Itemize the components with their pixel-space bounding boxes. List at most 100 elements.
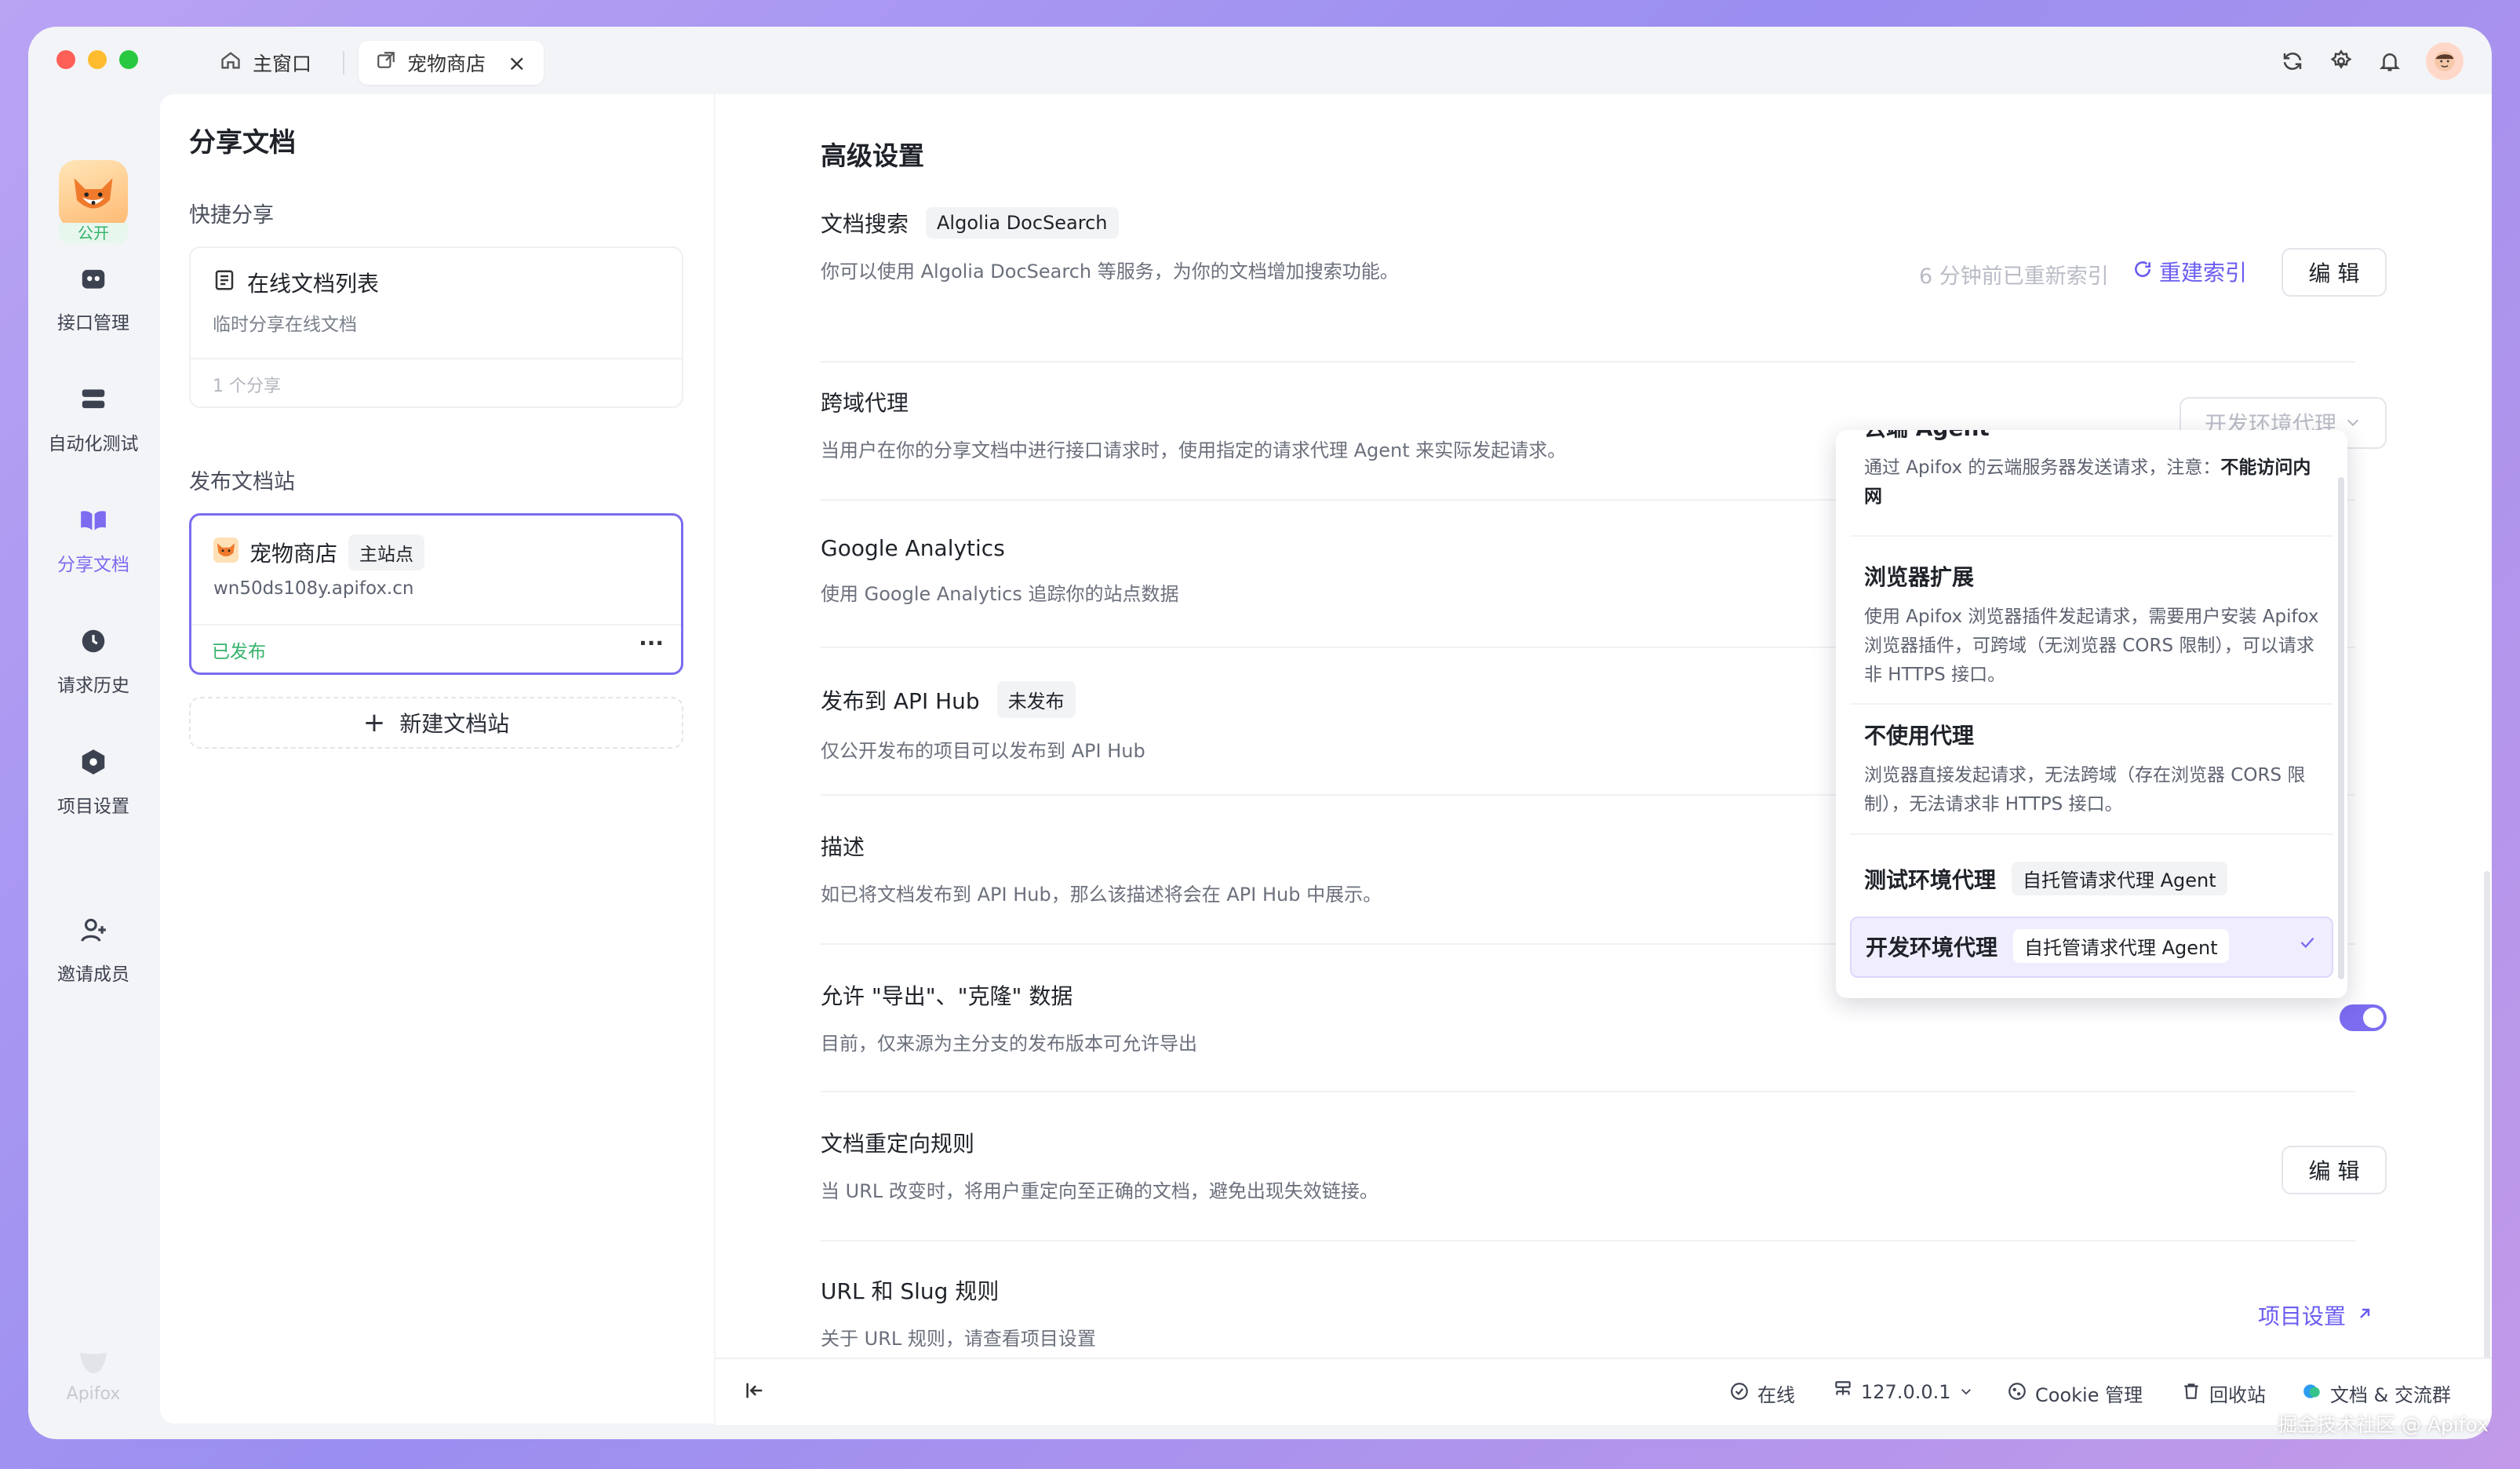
- host-selector[interactable]: 127.0.0.1: [1833, 1380, 1973, 1405]
- brand-watermark: Apifox: [60, 1343, 127, 1404]
- minimize-window-button[interactable]: [88, 50, 107, 69]
- unpublished-tag: 未发布: [996, 681, 1076, 718]
- settings-hex-icon: [78, 747, 108, 782]
- nav-item-api-management[interactable]: 接口管理: [28, 264, 158, 334]
- tab-pet-store[interactable]: 宠物商店 ×: [359, 41, 544, 85]
- agent-tag: 自托管请求代理 Agent: [2012, 862, 2227, 895]
- external-link-icon: [376, 50, 396, 75]
- proxy-option-browser-extension[interactable]: 浏览器扩展 使用 Apifox 浏览器插件发起请求，需要用户安装 Apifox …: [1850, 548, 2333, 705]
- trash-icon: [2181, 1381, 2201, 1406]
- card-subtitle: 临时分享在线文档: [213, 315, 357, 335]
- network-icon: [1833, 1380, 1853, 1405]
- cookie-icon: [2007, 1381, 2027, 1406]
- setting-desc: 目前，仅来源为主分支的发布版本可允许导出: [821, 1033, 1197, 1055]
- doc-site-card-pet-store[interactable]: 宠物商店 主站点 wn50ds108y.apifox.cn 已发布 ···: [189, 513, 683, 675]
- setting-redirect-rules: 文档重定向规则 当 URL 改变时，将用户重定向至正确的文档，避免出现失效链接。: [821, 1127, 2355, 1203]
- recycle-bin[interactable]: 回收站: [2181, 1380, 2266, 1407]
- nav-item-automation-test[interactable]: 自动化测试: [28, 385, 158, 455]
- chat-bubble-icon: [2302, 1381, 2322, 1406]
- close-tab-icon[interactable]: ×: [508, 50, 526, 76]
- host-label: 127.0.0.1: [1861, 1381, 1951, 1403]
- nav-item-request-history[interactable]: 请求历史: [28, 626, 158, 697]
- sync-icon: [2132, 259, 2153, 285]
- maximize-window-button[interactable]: [119, 50, 138, 69]
- dropdown-scrollbar[interactable]: [2338, 477, 2344, 979]
- section-title: 高级设置: [821, 140, 924, 171]
- plus-icon: +: [362, 707, 386, 738]
- edit-redirect-button[interactable]: 编 辑: [2281, 1146, 2387, 1194]
- left-nav: 公开 接口管理 自动化测试 分享文档 请求历史 项目设置 邀请成员 Apifox: [28, 119, 158, 1439]
- edit-search-button[interactable]: 编 辑: [2281, 248, 2387, 297]
- nav-label: 项目设置: [57, 796, 129, 817]
- option-desc: 通过 Apifox 的云端服务器发送请求，注意：不能访问内网: [1864, 454, 2319, 512]
- online-status[interactable]: 在线: [1729, 1380, 1795, 1407]
- project-logo[interactable]: [59, 160, 128, 229]
- cookie-manager[interactable]: Cookie 管理: [2007, 1380, 2143, 1407]
- option-title: 云端 Agent: [1864, 430, 2319, 443]
- more-options-icon[interactable]: ···: [639, 630, 664, 656]
- setting-title-row: 文档搜索 Algolia DocSearch: [821, 207, 2355, 239]
- document-icon: [213, 268, 236, 297]
- setting-title: 文档搜索: [821, 211, 909, 237]
- close-window-button[interactable]: [56, 50, 75, 69]
- tab-bar: 主窗口 宠物商店 ×: [202, 39, 544, 86]
- docs-community[interactable]: 文档 & 交流群: [2302, 1380, 2451, 1407]
- site-url[interactable]: wn50ds108y.apifox.cn: [213, 578, 413, 599]
- rebuild-index-link[interactable]: 重建索引: [2132, 256, 2247, 287]
- status-label: 文档 & 交流群: [2330, 1384, 2451, 1406]
- gear-icon[interactable]: [2329, 49, 2354, 74]
- automation-icon: [78, 385, 108, 419]
- proxy-option-cloud-agent[interactable]: 云端 Agent 通过 Apifox 的云端服务器发送请求，注意：不能访问内网: [1850, 430, 2333, 537]
- top-right-toolbar: [2280, 42, 2464, 80]
- setting-desc: 关于 URL 规则，请查看项目设置: [821, 1328, 1096, 1350]
- check-icon: [2297, 932, 2318, 956]
- site-title-row: 宠物商店 主站点: [213, 534, 425, 570]
- tab-label: 主窗口: [253, 53, 312, 75]
- nav-item-invite-members[interactable]: 邀请成员: [28, 915, 158, 986]
- collapse-sidebar-icon[interactable]: [744, 1380, 766, 1402]
- algolia-tag: Algolia DocSearch: [926, 207, 1119, 239]
- option-desc: 使用 Apifox 浏览器插件发起请求，需要用户安装 Apifox 浏览器插件，…: [1864, 607, 2319, 685]
- tab-label: 宠物商店: [407, 53, 486, 75]
- divider: [821, 361, 2355, 363]
- nav-item-share-docs[interactable]: 分享文档: [28, 505, 158, 576]
- status-label: 在线: [1757, 1384, 1795, 1406]
- proxy-option-test-env[interactable]: 测试环境代理 自托管请求代理 Agent: [1850, 851, 2333, 910]
- site-status: 已发布: [212, 642, 266, 662]
- tab-main-window[interactable]: 主窗口: [202, 41, 329, 85]
- main-scrollbar[interactable]: [2484, 871, 2490, 1389]
- option-title: 开发环境代理: [1866, 934, 1998, 960]
- nav-item-project-settings[interactable]: 项目设置: [28, 747, 158, 818]
- refresh-icon[interactable]: [2280, 49, 2305, 74]
- fox-logo-icon: [74, 178, 113, 209]
- option-title: 不使用代理: [1864, 723, 1975, 749]
- app-window: 主窗口 宠物商店 × 公开 接口管理 自动化测试 分享文档 请求历史 项目设置 …: [28, 27, 2492, 1439]
- option-title-row: 开发环境代理 自托管请求代理 Agent: [1866, 929, 2318, 963]
- status-bar: 在线 127.0.0.1 Cookie 管理 回收站 文档 & 交流群: [716, 1358, 2492, 1425]
- apifox-mark-icon: [79, 1352, 107, 1374]
- online-docs-card[interactable]: 在线文档列表 临时分享在线文档 1 个分享: [189, 246, 683, 408]
- user-avatar[interactable]: [2426, 42, 2464, 80]
- option-desc: 浏览器直接发起请求，无法跨域（存在浏览器 CORS 限制），无法请求非 HTTP…: [1864, 765, 2306, 815]
- api-icon: [78, 264, 108, 298]
- nav-label: 邀请成员: [57, 964, 129, 985]
- setting-title: 文档重定向规则: [821, 1131, 975, 1157]
- project-settings-link[interactable]: 项目设置: [2258, 1300, 2374, 1331]
- public-badge: 公开: [59, 223, 128, 243]
- button-label: 新建文档站: [399, 711, 510, 737]
- site-card-footer: 已发布 ···: [191, 624, 681, 673]
- site-name: 宠物商店: [249, 541, 338, 567]
- nav-label: 分享文档: [57, 555, 129, 575]
- nav-label: 接口管理: [57, 313, 129, 334]
- proxy-option-no-proxy[interactable]: 不使用代理 浏览器直接发起请求，无法跨域（存在浏览器 CORS 限制），无法请求…: [1850, 706, 2333, 835]
- export-toggle[interactable]: [2340, 1004, 2387, 1031]
- proxy-option-dev-env[interactable]: 开发环境代理 自托管请求代理 Agent: [1850, 917, 2333, 978]
- history-icon: [78, 626, 108, 661]
- fox-site-icon: [213, 537, 239, 568]
- link-label: 项目设置: [2258, 1303, 2347, 1329]
- bell-icon[interactable]: [2377, 49, 2402, 74]
- reindex-time: 6 分钟前已重新索引: [1919, 264, 2109, 289]
- status-label: 回收站: [2209, 1384, 2266, 1406]
- new-doc-site-button[interactable]: + 新建文档站: [189, 697, 683, 749]
- option-desc-text: 通过 Apifox 的云端服务器发送请求，注意：: [1864, 457, 2221, 478]
